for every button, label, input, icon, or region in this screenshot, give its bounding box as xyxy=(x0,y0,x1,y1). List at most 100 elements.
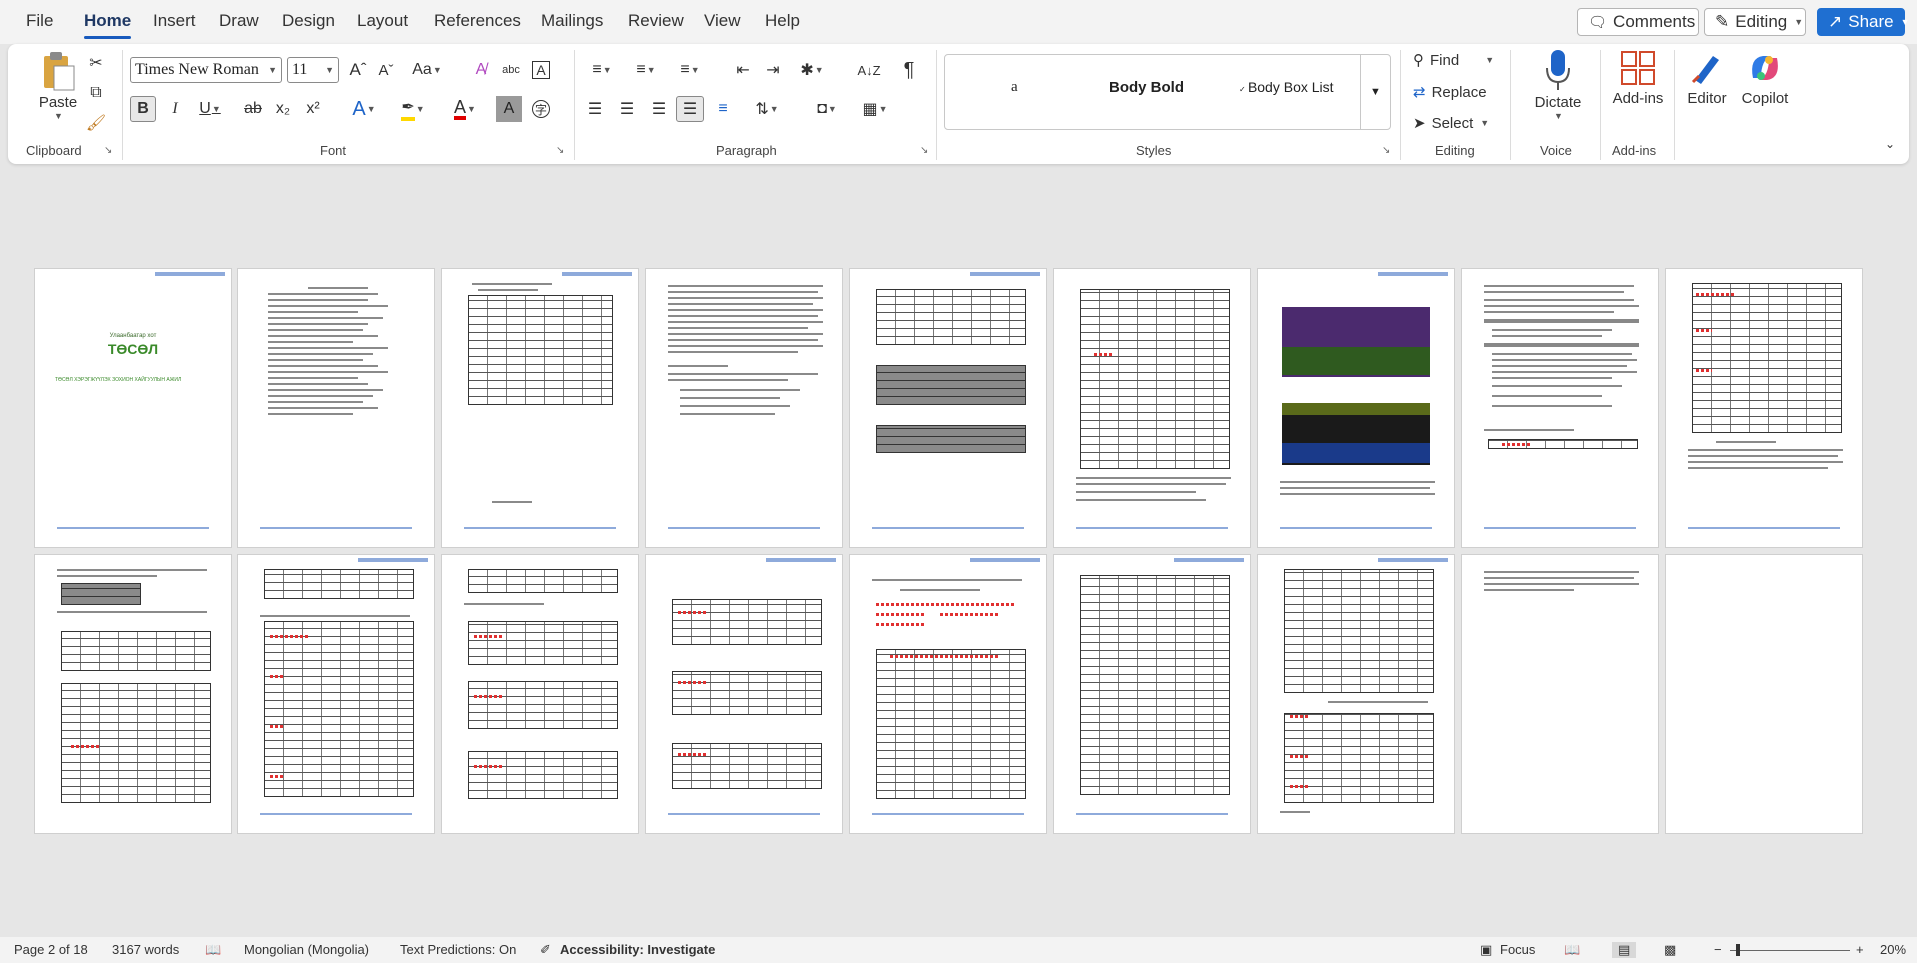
character-border-icon[interactable]: A xyxy=(528,57,554,83)
styles-launcher-icon[interactable]: ↘ xyxy=(1382,145,1390,156)
borders-icon[interactable]: ▦ ▼ xyxy=(854,96,896,122)
page-thumbnail[interactable] xyxy=(1461,268,1659,548)
sort-icon[interactable]: A↓Z xyxy=(856,57,882,83)
editor-button[interactable]: Editor xyxy=(1680,50,1734,107)
focus-icon[interactable]: ▣ xyxy=(1480,942,1492,958)
accessibility-icon[interactable]: ✐ xyxy=(540,942,551,958)
select-button[interactable]: ➤ Select ▼ xyxy=(1413,114,1489,133)
asian-layout-icon[interactable]: ✱ ▼ xyxy=(792,57,832,83)
word-count[interactable]: 3167 words xyxy=(112,942,179,957)
page-thumbnail[interactable] xyxy=(34,554,232,834)
dictate-button[interactable]: Dictate ▼ xyxy=(1520,48,1596,121)
accessibility-status[interactable]: Accessibility: Investigate xyxy=(560,942,715,957)
share-button[interactable]: ↗ Share ▼ xyxy=(1817,8,1910,36)
enclose-characters-icon[interactable]: 字 xyxy=(528,96,554,122)
page-thumbnail[interactable] xyxy=(1053,554,1251,834)
page-thumbnail[interactable]: Улаанбаатар хот ТӨСӨЛ ТӨСӨЛ ХЭРЭГЖҮҮЛЭХ … xyxy=(34,268,232,548)
zoom-slider-thumb[interactable] xyxy=(1736,944,1740,956)
zoom-level[interactable]: 20% xyxy=(1880,942,1906,957)
page-thumbnail[interactable] xyxy=(849,554,1047,834)
line-spacing-icon[interactable]: ⇅ ▼ xyxy=(746,96,788,122)
superscript-button[interactable]: x² xyxy=(300,96,326,122)
underline-button[interactable]: U ▼ xyxy=(192,96,228,122)
decrease-indent-icon[interactable]: ⇤ xyxy=(730,57,756,83)
bold-button[interactable]: B xyxy=(130,96,156,122)
text-effects-icon[interactable]: A ▼ xyxy=(344,96,384,122)
paragraph-launcher-icon[interactable]: ↘ xyxy=(920,145,928,156)
web-layout-icon[interactable]: ▩ xyxy=(1664,942,1676,958)
menu-draw[interactable]: Draw xyxy=(219,11,259,31)
cut-icon[interactable]: ✂ xyxy=(82,50,110,76)
font-launcher-icon[interactable]: ↘ xyxy=(556,145,564,156)
increase-indent-icon[interactable]: ⇥ xyxy=(760,57,786,83)
page-thumbnail[interactable] xyxy=(1257,268,1455,548)
style-body-bold[interactable]: Body Bold xyxy=(1109,79,1184,96)
zoom-slider[interactable] xyxy=(1730,950,1850,951)
font-color-icon[interactable]: A ▼ xyxy=(444,96,486,122)
shrink-font-icon[interactable]: Aˇ xyxy=(374,57,398,83)
page-thumbnail[interactable] xyxy=(1461,554,1659,834)
page-thumbnail[interactable] xyxy=(1665,268,1863,548)
menu-home[interactable]: Home xyxy=(84,11,132,39)
text-predictions-indicator[interactable]: Text Predictions: On xyxy=(400,942,516,957)
grow-font-icon[interactable]: Aˆ xyxy=(346,57,370,83)
change-case-icon[interactable]: Aa ▼ xyxy=(406,57,448,83)
page-thumbnail[interactable] xyxy=(645,554,843,834)
bullets-icon[interactable]: ≡ ▼ xyxy=(582,57,622,83)
font-size-combo[interactable]: 11 ▼ xyxy=(287,57,339,83)
page-thumbnail[interactable] xyxy=(237,554,435,834)
zoom-in-icon[interactable]: + xyxy=(1856,942,1864,957)
highlight-color-icon[interactable]: ✒ ▼ xyxy=(392,96,434,122)
subscript-button[interactable]: x₂ xyxy=(270,96,296,122)
style-normal[interactable]: a xyxy=(1011,79,1018,96)
page-thumbnail[interactable] xyxy=(237,268,435,548)
page-thumbnail[interactable] xyxy=(1053,268,1251,548)
styles-expand-button[interactable]: ▼ xyxy=(1360,55,1390,129)
menu-view[interactable]: View xyxy=(704,11,741,31)
paste-button[interactable]: Paste ▼ xyxy=(28,50,88,121)
font-name-combo[interactable]: Times New Roman ▼ xyxy=(130,57,282,83)
page-thumbnail[interactable] xyxy=(849,268,1047,548)
read-mode-icon[interactable]: 📖 xyxy=(1564,942,1580,958)
menu-insert[interactable]: Insert xyxy=(153,11,196,31)
align-left-icon[interactable]: ☰ xyxy=(582,96,608,122)
character-shading-icon[interactable]: A xyxy=(496,96,522,122)
format-painter-icon[interactable]: 🖌 xyxy=(82,110,110,136)
justify-icon[interactable]: ☰ xyxy=(676,96,704,122)
menu-help[interactable]: Help xyxy=(765,11,800,31)
menu-mailings[interactable]: Mailings xyxy=(541,11,603,31)
strikethrough-button[interactable]: ab xyxy=(240,96,266,122)
numbering-icon[interactable]: ≡ ▼ xyxy=(626,57,666,83)
multilevel-list-icon[interactable]: ≡ ▼ xyxy=(670,57,710,83)
page-thumbnail[interactable] xyxy=(441,554,639,834)
print-layout-icon[interactable]: ▤ xyxy=(1612,942,1637,958)
menu-layout[interactable]: Layout xyxy=(357,11,408,31)
page-thumbnail[interactable] xyxy=(1257,554,1455,834)
copilot-button[interactable]: Copilot xyxy=(1734,50,1796,107)
language-indicator[interactable]: Mongolian (Mongolia) xyxy=(244,942,369,957)
page-thumbnail[interactable] xyxy=(645,268,843,548)
copy-icon[interactable]: ⧉ xyxy=(82,80,110,106)
collapse-ribbon-icon[interactable]: ⌄ xyxy=(1880,134,1900,154)
find-button[interactable]: ⚲ Find ▼ xyxy=(1413,51,1494,70)
comments-button[interactable]: 🗨 Comments xyxy=(1577,8,1699,36)
italic-button[interactable]: I xyxy=(162,96,188,122)
phonetic-guide-icon[interactable]: abc xyxy=(498,57,524,83)
style-body-box-list[interactable]: ✓ Body Box List xyxy=(1239,79,1334,95)
distributed-icon[interactable]: ≡ xyxy=(710,96,736,122)
show-marks-icon[interactable]: ¶ xyxy=(896,57,922,83)
align-center-icon[interactable]: ☰ xyxy=(614,96,640,122)
proofing-icon[interactable]: 📖 xyxy=(205,942,221,958)
editing-mode-button[interactable]: ✎ Editing ▼ xyxy=(1704,8,1806,36)
menu-design[interactable]: Design xyxy=(282,11,335,31)
menu-file[interactable]: File xyxy=(26,11,53,31)
page-thumbnail[interactable] xyxy=(1665,554,1863,834)
page-thumbnail[interactable] xyxy=(441,268,639,548)
clear-formatting-icon[interactable]: A̸ xyxy=(468,57,494,83)
replace-button[interactable]: ⇄ Replace xyxy=(1413,83,1487,102)
clipboard-launcher-icon[interactable]: ↘ xyxy=(104,145,112,156)
shading-icon[interactable]: ◘ ▼ xyxy=(806,96,848,122)
menu-review[interactable]: Review xyxy=(628,11,684,31)
zoom-out-icon[interactable]: − xyxy=(1714,942,1722,957)
align-right-icon[interactable]: ☰ xyxy=(646,96,672,122)
